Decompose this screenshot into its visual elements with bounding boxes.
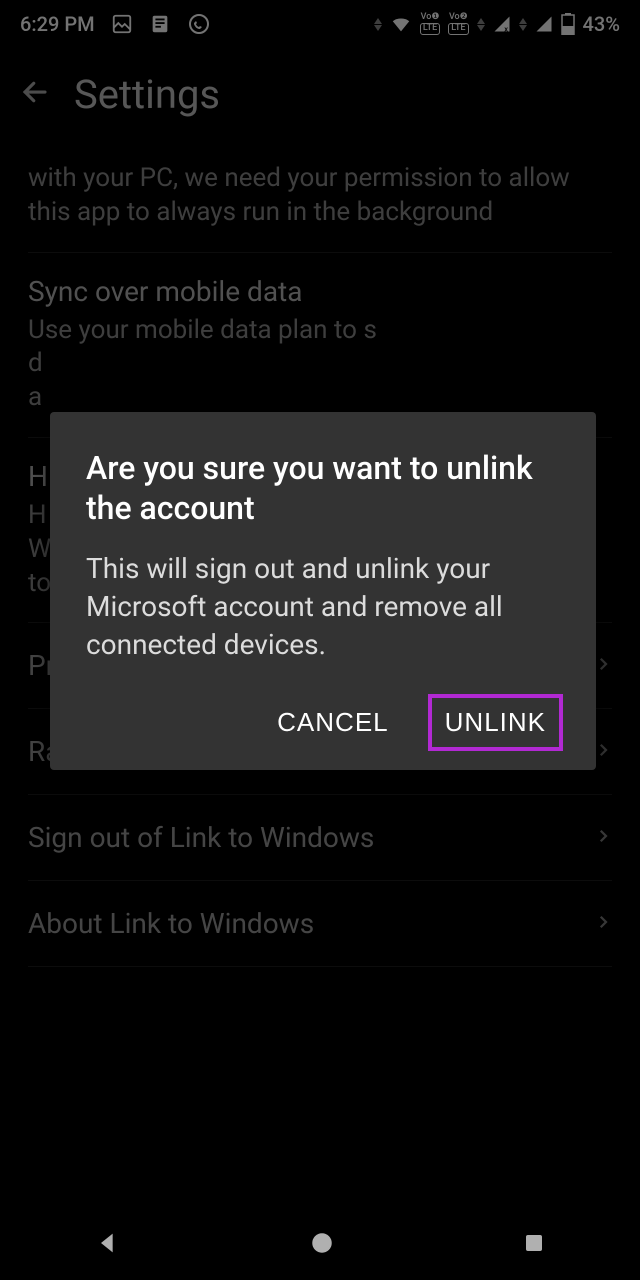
nav-back-icon[interactable]: [94, 1229, 122, 1261]
dialog-title: Are you sure you want to unlink the acco…: [86, 448, 560, 528]
nav-home-icon[interactable]: [309, 1230, 335, 1260]
dialog-body: This will sign out and unlink your Micro…: [86, 550, 560, 663]
dialog-actions: CANCEL UNLINK: [86, 697, 560, 748]
nav-recents-icon[interactable]: [522, 1231, 546, 1259]
unlink-button[interactable]: UNLINK: [431, 697, 560, 748]
system-nav-bar: [0, 1210, 640, 1280]
cancel-button[interactable]: CANCEL: [263, 697, 402, 748]
unlink-confirm-dialog: Are you sure you want to unlink the acco…: [50, 412, 596, 770]
